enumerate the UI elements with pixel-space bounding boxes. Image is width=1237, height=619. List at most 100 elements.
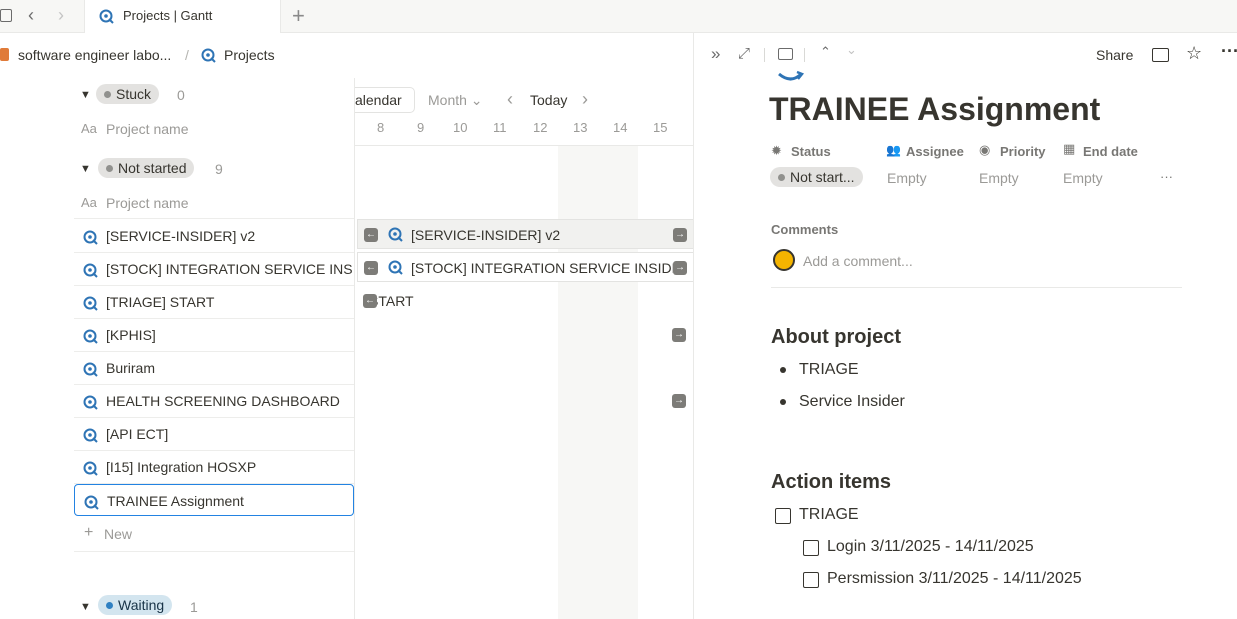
group-stuck-count: 0: [177, 87, 185, 103]
gantt-bar[interactable]: ← [STOCK] INTEGRATION SERVICE INSIDER →: [357, 252, 693, 282]
table-row[interactable]: [API ECT]: [74, 418, 354, 451]
project-icon: [82, 229, 99, 249]
breadcrumb: software engineer labo... / Projects: [0, 33, 693, 78]
project-icon: [82, 427, 99, 447]
avatar: [773, 249, 795, 271]
breadcrumb-page[interactable]: Projects: [224, 47, 275, 63]
end-date-value[interactable]: Empty: [1063, 170, 1103, 186]
status-value[interactable]: Not start...: [770, 167, 863, 187]
project-icon: [83, 494, 100, 514]
tab-title: Projects | Gantt: [123, 8, 213, 23]
bar-right-arrow-icon[interactable]: →: [673, 228, 687, 242]
share-button[interactable]: Share: [1096, 47, 1133, 63]
prev-period-icon[interactable]: ‹: [507, 89, 513, 110]
gantt-bar[interactable]: ← [SERVICE-INSIDER] v2 →: [357, 219, 693, 249]
bar-right-arrow-icon[interactable]: →: [673, 261, 687, 275]
new-row-button[interactable]: New: [104, 526, 132, 542]
group-not-started-badge: Not started: [98, 158, 195, 178]
bullet-dot: [780, 399, 786, 405]
group-not-started-label: Not started: [118, 160, 187, 176]
day-label: 10: [453, 120, 468, 135]
bar-left-arrow-icon[interactable]: ←: [364, 228, 378, 242]
project-icon: [82, 328, 99, 348]
previous-page-icon[interactable]: ⌃: [820, 44, 831, 60]
close-peek-icon[interactable]: »: [711, 44, 720, 64]
todo-checkbox[interactable]: [803, 572, 819, 588]
collapse-stuck-icon[interactable]: ▼: [80, 89, 91, 101]
favorite-star-icon[interactable]: ☆: [1186, 43, 1202, 64]
group-waiting-badge: Waiting: [98, 595, 173, 615]
table-row[interactable]: HEALTH SCREENING DASHBOARD: [74, 385, 354, 418]
table-row[interactable]: [KPHIS]: [74, 319, 354, 352]
scale-select[interactable]: Month ⌄: [428, 92, 483, 109]
breadcrumb-workspace[interactable]: software engineer labo...: [18, 47, 171, 63]
back-icon[interactable]: ‹: [28, 5, 34, 26]
bar-left-arrow-icon[interactable]: ←: [363, 294, 377, 308]
project-name: [API ECT]: [106, 426, 169, 442]
priority-label: Priority: [1000, 144, 1046, 159]
comment-input[interactable]: Add a comment...: [803, 253, 913, 269]
project-icon: [82, 394, 99, 414]
next-period-icon[interactable]: ›: [582, 89, 588, 110]
table-row[interactable]: [TRIAGE] START: [74, 286, 354, 319]
project-icon: [388, 227, 403, 242]
forward-icon[interactable]: ›: [58, 5, 64, 26]
todo-item: Login 3/11/2025 - 14/11/2025: [827, 538, 1034, 555]
group-stuck-badge: Stuck: [96, 84, 160, 104]
bullet-dot: [780, 367, 786, 373]
more-options-icon[interactable]: ···: [1221, 41, 1237, 62]
day-label: 11: [493, 120, 507, 135]
divider: [804, 48, 805, 62]
group-not-started-count: 9: [215, 161, 223, 177]
table-row[interactable]: [SERVICE-INSIDER] v2: [74, 220, 354, 253]
table-row[interactable]: TRAINEE Assignment: [74, 484, 354, 516]
group-waiting-count: 1: [190, 599, 198, 615]
project-name: [I15] Integration HOSXP: [106, 459, 257, 475]
project-list: ▼ Stuck 0 Aa Project name ▼ Not started …: [0, 78, 354, 619]
table-row[interactable]: [STOCK] INTEGRATION SERVICE INSIDER: [74, 253, 354, 286]
page-icon: [778, 70, 805, 81]
gantt-timeline: alendar Month ⌄ ‹ Today › 8 9 10 11 12 13 14 15…: [354, 78, 693, 619]
calendar-icon: ▦: [1063, 141, 1076, 156]
collapse-not-started-icon[interactable]: ▼: [80, 163, 91, 175]
day-label: 15: [653, 120, 668, 135]
priority-value[interactable]: Empty: [979, 170, 1019, 186]
next-page-icon[interactable]: ⌄: [846, 42, 857, 58]
status-label: Status: [791, 144, 831, 159]
day-label: 13: [573, 120, 588, 135]
todo-checkbox[interactable]: [803, 540, 819, 556]
assignee-label: Assignee: [906, 144, 964, 159]
project-name: [KPHIS]: [106, 327, 156, 343]
todo-item: Persmission 3/11/2025 - 14/11/2025: [827, 570, 1082, 587]
divider: [764, 48, 765, 62]
divider: [74, 218, 354, 219]
assignee-value[interactable]: Empty: [887, 170, 927, 186]
assignee-icon: 👥: [886, 143, 901, 157]
table-row[interactable]: [I15] Integration HOSXP: [74, 451, 354, 484]
collapse-waiting-icon[interactable]: ▼: [80, 601, 91, 613]
expand-icon[interactable]: ⤢: [738, 45, 750, 62]
about-item: Service Insider: [799, 393, 905, 410]
page-title[interactable]: TRAINEE Assignment: [769, 91, 1100, 128]
bar-left-arrow-icon[interactable]: ←: [364, 261, 378, 275]
project-icon: [388, 260, 403, 275]
sidebar-toggle-icon[interactable]: [0, 9, 12, 22]
page-peek: » ⤢ ⌃ ⌄ Share ☆ ··· TRAINEE Assignment ✹…: [693, 33, 1237, 619]
todo-item: TRIAGE: [799, 506, 859, 523]
table-row[interactable]: Buriram: [74, 352, 354, 385]
today-button[interactable]: Today: [530, 92, 567, 108]
tab-projects-gantt[interactable]: Projects | Gantt: [84, 0, 281, 33]
day-label: 14: [613, 120, 628, 135]
offscreen-right-arrow-icon[interactable]: →: [672, 394, 686, 408]
calendar-view-label: alendar: [355, 92, 402, 108]
offscreen-right-arrow-icon[interactable]: →: [672, 328, 686, 342]
day-label: 9: [417, 120, 425, 135]
peek-mode-icon[interactable]: [778, 48, 793, 60]
sidebar-layout-icon[interactable]: [1152, 48, 1169, 62]
column-header-project-name: Project name: [106, 195, 189, 211]
todo-checkbox[interactable]: [775, 508, 791, 524]
project-icon: [82, 361, 99, 381]
more-properties-button[interactable]: ···: [1160, 169, 1173, 184]
new-tab-button[interactable]: +: [292, 3, 305, 29]
add-icon[interactable]: +: [84, 524, 93, 542]
